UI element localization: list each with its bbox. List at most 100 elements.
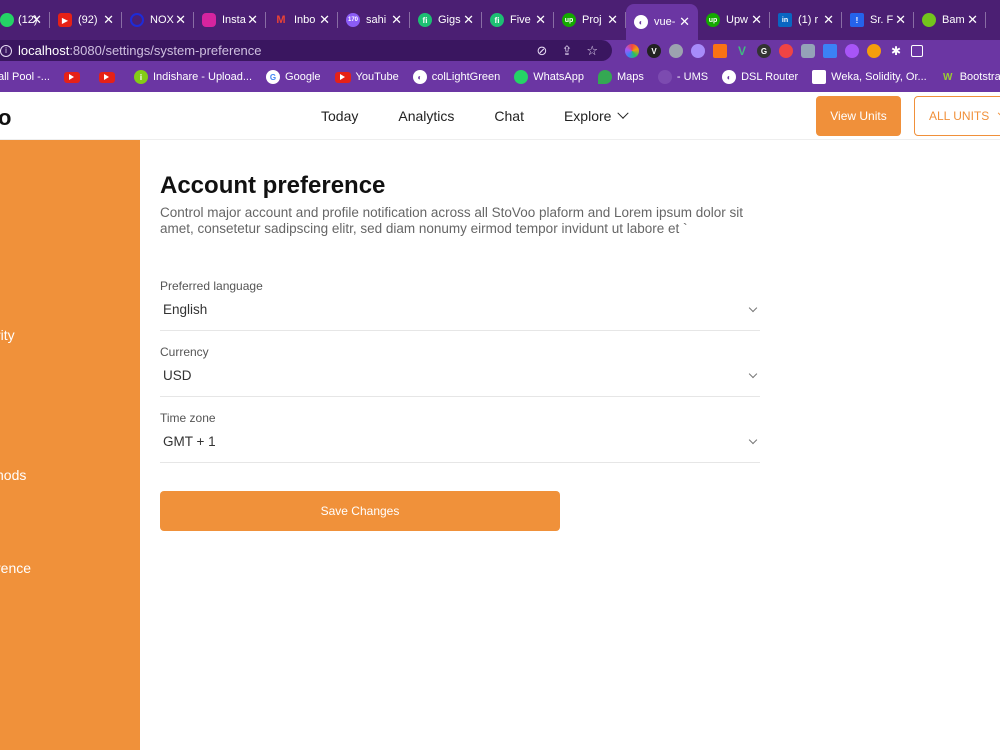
close-icon[interactable]: ✕ <box>607 12 618 28</box>
bookmark-item-dsl-router[interactable]: ◐ DSL Router <box>722 70 798 84</box>
bookmark-item-ums[interactable]: - UMS <box>657 70 708 84</box>
url-path: :8080/settings/system-preference <box>69 43 262 58</box>
browser-tab-fiverr[interactable]: fi Five ✕ <box>482 0 554 40</box>
logo[interactable]: o <box>0 105 11 131</box>
bookmark-item-google[interactable]: G Google <box>266 70 321 84</box>
google-extension-icon[interactable]: G <box>757 44 771 58</box>
time-zone-select[interactable]: GMT + 1 <box>160 434 760 463</box>
browser-tab-gmail[interactable]: M Inbo ✕ <box>266 0 338 40</box>
browser-tab-alert[interactable]: ! Sr. F ✕ <box>842 0 914 40</box>
browser-tab-calendar[interactable]: 170 sahi ✕ <box>338 0 410 40</box>
close-icon[interactable]: ✕ <box>895 12 906 28</box>
field-label: Time zone <box>160 411 216 425</box>
main-nav: Today Analytics Chat Explore <box>321 92 667 140</box>
bookmark-item-bootstrap[interactable]: WBootstrap 4 Grid <box>941 70 1000 84</box>
bookmark-item[interactable]: all Pool -... <box>0 71 50 83</box>
url-input[interactable]: i localhost:8080/settings/system-prefere… <box>0 40 612 61</box>
browser-tab-upwork[interactable]: up Upw ✕ <box>698 0 770 40</box>
bookmark-item-weka[interactable]: Weka, Solidity, Or... <box>812 70 927 84</box>
gear-extension-icon[interactable] <box>691 44 705 58</box>
info-icon[interactable]: i <box>0 44 12 57</box>
purple-extension-icon[interactable] <box>845 44 859 58</box>
tab-title: NOX <box>150 14 174 26</box>
field-label: Currency <box>160 345 209 359</box>
close-icon[interactable]: ✕ <box>679 14 690 30</box>
close-icon[interactable]: ✕ <box>103 12 114 28</box>
browser-tab-bamboo[interactable]: Bam ✕ <box>914 0 986 40</box>
close-icon[interactable]: ✕ <box>967 12 978 28</box>
circle-extension-icon[interactable] <box>669 44 683 58</box>
alert-icon: ! <box>850 13 864 27</box>
close-icon[interactable]: ✕ <box>175 12 186 28</box>
bookmark-item-collightgreen[interactable]: ◐ colLightGreen <box>412 70 500 84</box>
nav-analytics[interactable]: Analytics <box>398 108 454 124</box>
camera-blocked-icon[interactable]: ⊘ <box>537 43 548 58</box>
close-icon[interactable]: ✕ <box>247 12 258 28</box>
close-icon[interactable]: ✕ <box>823 12 834 28</box>
bookmark-item-maps[interactable]: Maps <box>598 70 644 84</box>
browser-tab-youtube[interactable]: ▶ (92) ✕ <box>50 0 122 40</box>
close-icon[interactable]: ✕ <box>391 12 402 28</box>
browser-tab-active[interactable]: ◐ vue- ✕ <box>626 4 698 40</box>
maps-icon <box>598 70 612 84</box>
close-icon[interactable]: ✕ <box>535 12 546 28</box>
tab-title: vue- <box>654 16 676 28</box>
view-units-button[interactable]: View Units <box>816 96 901 136</box>
weka-icon <box>812 70 827 84</box>
bookmark-item-youtube[interactable] <box>98 71 120 83</box>
settings-sidebar: rity hods rence <box>0 140 140 750</box>
vp-extension-icon[interactable]: V <box>647 44 661 58</box>
vue-devtools-icon[interactable]: V <box>735 44 749 58</box>
puzzle-icon[interactable]: ✱ <box>889 44 903 58</box>
browser-tab-upwork-projects[interactable]: up Proj ✕ <box>554 0 626 40</box>
whatsapp-icon <box>514 70 529 84</box>
bookmark-item-whatsapp[interactable]: WhatsApp <box>514 70 584 84</box>
sidebar-toggle-icon[interactable] <box>911 45 923 57</box>
close-icon[interactable]: ✕ <box>31 12 42 28</box>
youtube-icon <box>63 71 80 83</box>
tab-title: Sr. F <box>870 14 894 26</box>
browser-tab-nox[interactable]: NOX ✕ <box>122 0 194 40</box>
share-icon[interactable]: ⇪ <box>561 43 572 58</box>
bookmark-item-youtube[interactable]: YouTube <box>334 71 399 83</box>
preferred-language-select[interactable]: English <box>160 302 760 331</box>
colorful-extension-icon[interactable] <box>625 44 639 58</box>
browser-tab-linkedin[interactable]: in (1) r ✕ <box>770 0 842 40</box>
close-icon[interactable]: ✕ <box>751 12 762 28</box>
sidebar-item-security[interactable]: rity <box>0 327 15 343</box>
shield-extension-icon[interactable] <box>801 44 815 58</box>
nav-explore[interactable]: Explore <box>564 107 630 124</box>
fiverr-icon: fi <box>490 13 504 27</box>
currency-select[interactable]: USD <box>160 368 760 397</box>
fiverr-icon: fi <box>418 13 432 27</box>
save-changes-button[interactable]: Save Changes <box>160 491 560 531</box>
browser-tab-instagram[interactable]: Insta ✕ <box>194 0 266 40</box>
select-value: English <box>163 302 208 317</box>
browser-tab-strip: (12) ✕ ▶ (92) ✕ NOX ✕ Insta ✕ M Inbo ✕ 1… <box>0 0 1000 40</box>
hand-extension-icon[interactable] <box>779 44 793 58</box>
browser-tab-fiverr-gigs[interactable]: fi Gigs ✕ <box>410 0 482 40</box>
nav-today[interactable]: Today <box>321 108 358 124</box>
bookmark-item-youtube[interactable] <box>63 71 85 83</box>
star-icon[interactable]: ☆ <box>586 43 598 58</box>
linkedin-icon: in <box>778 13 792 27</box>
close-icon[interactable]: ✕ <box>319 12 330 28</box>
time-zone-field: Time zone GMT + 1 <box>160 411 760 463</box>
tab-title: Upw <box>726 14 749 26</box>
whatsapp-icon <box>0 13 14 27</box>
browser-tab-whatsapp[interactable]: (12) ✕ <box>0 0 50 40</box>
close-icon[interactable]: ✕ <box>463 12 474 28</box>
tab-title: (1) r <box>798 14 819 26</box>
sidebar-item-payment-methods[interactable]: hods <box>0 467 26 483</box>
sidebar-item-account-preference[interactable]: rence <box>0 560 31 576</box>
bookmark-item-indishare[interactable]: i Indishare - Upload... <box>133 70 252 84</box>
all-units-dropdown[interactable]: ALL UNITS <box>914 96 1000 136</box>
chevron-down-icon <box>748 435 758 445</box>
address-bar-row: i localhost:8080/settings/system-prefere… <box>0 40 1000 62</box>
nav-chat[interactable]: Chat <box>494 108 524 124</box>
fox-extension-icon[interactable] <box>867 44 881 58</box>
tab-title: Gigs <box>438 14 461 26</box>
chevron-down-icon <box>748 369 758 379</box>
screen-extension-icon[interactable] <box>823 44 837 58</box>
arrow-extension-icon[interactable] <box>713 44 727 58</box>
